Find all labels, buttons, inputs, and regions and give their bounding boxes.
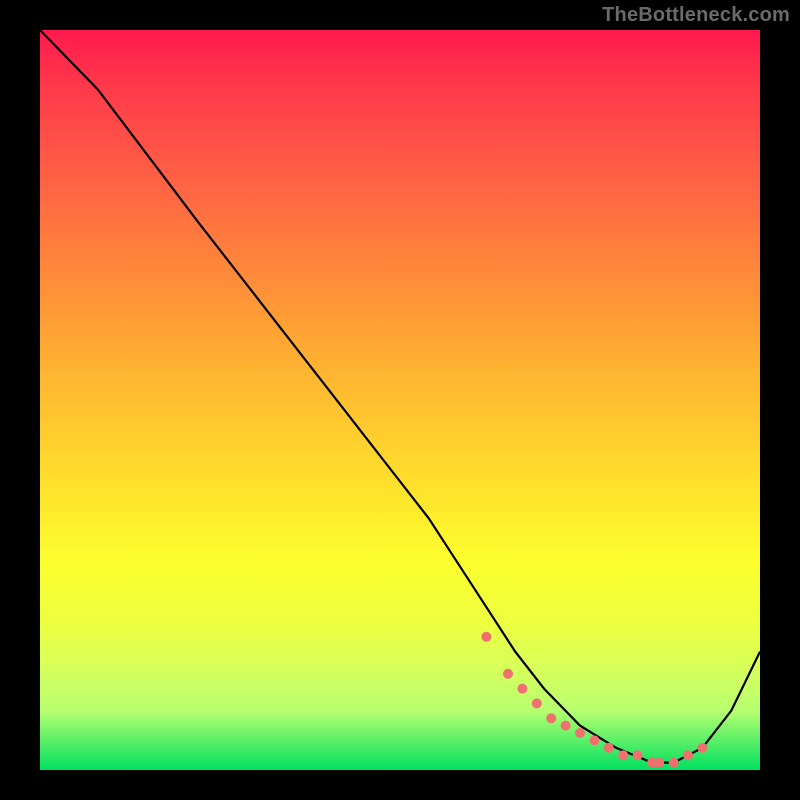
marker-dot xyxy=(618,750,628,760)
marker-dot xyxy=(589,735,599,745)
marker-dot xyxy=(654,758,664,768)
marker-dot xyxy=(561,721,571,731)
marker-dot xyxy=(532,698,542,708)
series-curve xyxy=(40,30,760,763)
marker-dot xyxy=(669,758,679,768)
marker-dot xyxy=(546,713,556,723)
marker-dot xyxy=(575,728,585,738)
marker-dot xyxy=(481,632,491,642)
marker-dot xyxy=(633,750,643,760)
curve-svg xyxy=(40,30,760,770)
marker-dot xyxy=(604,743,614,753)
chart-stage: TheBottleneck.com xyxy=(0,0,800,800)
marker-dot xyxy=(697,743,707,753)
attribution-label: TheBottleneck.com xyxy=(602,4,790,27)
marker-dot xyxy=(517,684,527,694)
plot-area xyxy=(40,30,760,770)
marker-dot xyxy=(683,750,693,760)
marker-dot xyxy=(503,669,513,679)
